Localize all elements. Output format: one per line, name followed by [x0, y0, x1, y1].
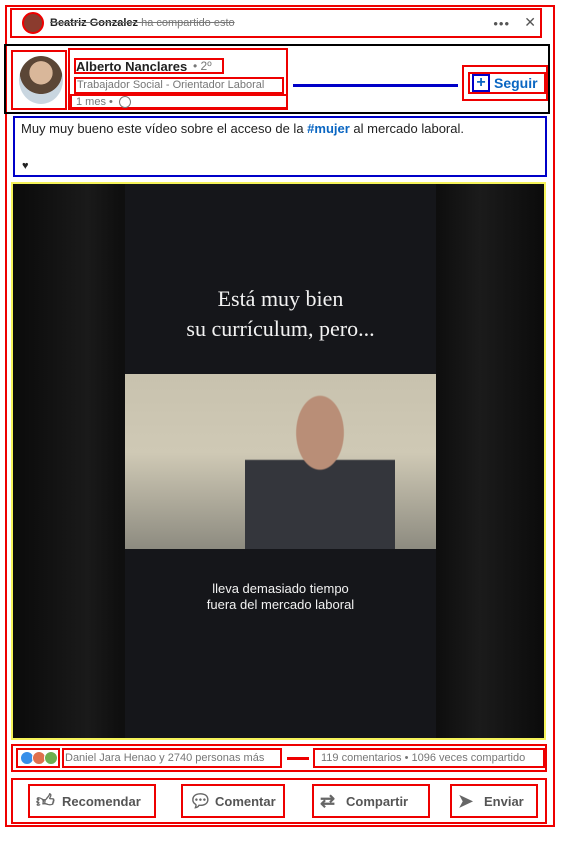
post-time-text: 1 mes •	[76, 95, 113, 108]
author-name[interactable]: Alberto Nanclares	[76, 59, 187, 74]
plus-icon: +	[472, 74, 490, 92]
post-text: Muy muy bueno este vídeo sobre el acceso…	[13, 116, 547, 177]
author-avatar[interactable]	[19, 56, 63, 104]
video-title-line2: su currículum, pero...	[186, 316, 375, 341]
author-avatar-container[interactable]	[11, 50, 67, 110]
send-label: Enviar	[484, 793, 524, 809]
more-options-icon[interactable]: •••	[493, 16, 510, 31]
video-subtitle: lleva demasiado tiempo fuera del mercado…	[125, 581, 436, 613]
hashtag-link[interactable]: #mujer	[307, 121, 350, 136]
video-subtitle-line2: fuera del mercado laboral	[206, 597, 355, 612]
sharer-avatar[interactable]	[22, 12, 44, 34]
video-title: Está muy bien su currículum, pero...	[125, 284, 436, 344]
sharer-name[interactable]: Beatriz Gonzalez	[50, 17, 138, 29]
connection-degree: • 2º	[193, 59, 212, 73]
send-icon: ➤	[458, 791, 474, 811]
close-icon[interactable]: ✕	[524, 14, 536, 31]
like-label: Recomendar	[62, 793, 141, 809]
connector-dash	[287, 757, 309, 760]
comment-button[interactable]: 💬︎ Comentar	[181, 784, 285, 818]
share-icon: ⇄	[320, 791, 336, 811]
post-text-start: Muy muy bueno este vídeo sobre el acceso…	[21, 121, 308, 136]
video-title-line1: Está muy bien	[217, 286, 344, 311]
send-button[interactable]: ➤ Enviar	[450, 784, 538, 818]
video-frame[interactable]: Está muy bien su currículum, pero... lle…	[125, 184, 436, 738]
share-button[interactable]: ⇄ Compartir	[312, 784, 430, 818]
like-button[interactable]: 👍︎ Recomendar	[28, 784, 156, 818]
author-headline: Trabajador Social - Orientador Laboral	[74, 77, 284, 94]
video-player[interactable]: Está muy bien su currículum, pero... lle…	[11, 182, 546, 740]
shared-by-text: Beatriz Gonzalez ha compartido esto	[50, 17, 235, 29]
heart-emoji: ♥	[22, 160, 29, 172]
video-scene	[125, 374, 436, 549]
reaction-icons[interactable]	[16, 748, 60, 768]
thumb-up-icon: 👍︎	[36, 791, 55, 811]
follow-label: Seguir	[494, 75, 538, 91]
shared-label: ha compartido esto	[141, 17, 235, 29]
share-label: Compartir	[346, 793, 409, 809]
reactions-summary[interactable]: Daniel Jara Henao y 2740 personas más	[62, 748, 282, 768]
video-person	[245, 394, 395, 549]
globe-icon	[118, 96, 131, 108]
shared-by-bar: Beatriz Gonzalez ha compartido esto ••• …	[10, 8, 542, 38]
post-text-end: al mercado laboral.	[349, 121, 464, 136]
post-time: 1 mes •	[70, 94, 288, 109]
comment-icon: 💬︎	[189, 791, 212, 811]
celebrate-reaction-icon	[44, 751, 58, 765]
comments-shares-count[interactable]: 119 comentarios • 1096 veces compartido	[313, 748, 545, 768]
comment-label: Comentar	[215, 793, 276, 809]
video-subtitle-line1: lleva demasiado tiempo	[212, 581, 349, 596]
follow-button[interactable]: + Seguir	[468, 72, 546, 94]
connector-line	[293, 84, 458, 87]
